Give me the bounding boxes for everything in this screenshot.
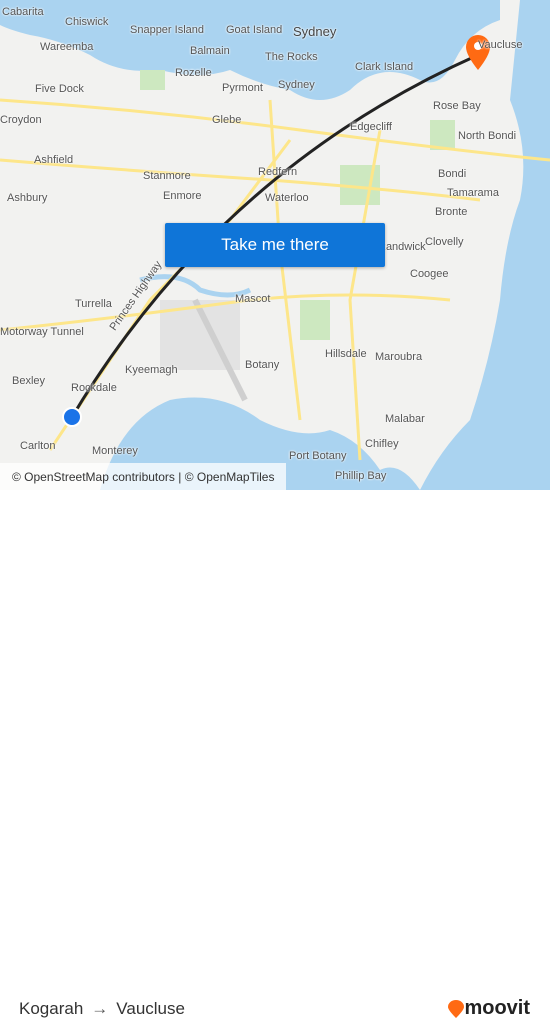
map-label: Wareemba	[40, 41, 94, 53]
map-label: Chiswick	[65, 16, 109, 28]
map-label: Hillsdale	[325, 348, 367, 360]
map-label: Balmain	[190, 45, 230, 57]
map-label: Five Dock	[35, 83, 84, 95]
map-label: Ashfield	[34, 154, 74, 166]
map-label: Malabar	[385, 413, 425, 425]
map-label: Stanmore	[143, 170, 191, 182]
map-label: Rozelle	[175, 67, 212, 79]
map-label: Bondi	[438, 168, 467, 180]
map-label: Edgecliff	[350, 121, 392, 133]
map[interactable]: Cabarita Chiswick Snapper Island Goat Islan…	[0, 0, 550, 490]
map-label: Kyeemagh	[125, 364, 178, 376]
map-label: Cabarita	[2, 6, 44, 18]
arrow-right-icon: →	[91, 999, 109, 1018]
map-label: Randwick	[378, 241, 426, 253]
moovit-pin-icon	[448, 999, 465, 1018]
map-attribution: © OpenStreetMap contributors | © OpenMap…	[0, 463, 287, 490]
map-label: Clovelly	[425, 236, 464, 248]
map-label: Clark Island	[355, 61, 414, 73]
map-label: Tamarama	[447, 187, 499, 199]
destination-name: Vaucluse	[116, 999, 185, 1018]
map-label: Bexley	[12, 375, 46, 387]
map-label: Botany	[245, 359, 280, 371]
map-label: Carlton	[20, 440, 56, 452]
map-label: Monterey	[92, 445, 138, 457]
footer: Kogarah → Vaucluse moovit	[0, 490, 550, 1019]
map-label: Ashbury	[7, 192, 48, 204]
take-me-there-button[interactable]: Take me there	[165, 223, 385, 267]
map-label: Snapper Island	[130, 24, 204, 36]
map-label: Bronte	[435, 206, 468, 218]
map-label: Rose Bay	[433, 100, 481, 112]
map-label: Sydney	[278, 79, 315, 91]
map-label: Port Botany	[289, 450, 347, 462]
map-label: Vaucluse	[478, 39, 523, 51]
map-label: Enmore	[163, 190, 202, 202]
map-label: Phillip Bay	[335, 470, 387, 482]
map-label: Waterloo	[265, 192, 309, 204]
map-label: North Bondi	[458, 130, 517, 142]
map-label: Sydney	[293, 24, 337, 39]
map-label: Chifley	[365, 438, 399, 450]
map-label: The Rocks	[265, 51, 318, 63]
map-label: Maroubra	[375, 351, 423, 363]
origin-marker	[62, 407, 82, 427]
map-label: Coogee	[410, 268, 449, 280]
map-label: Redfern	[258, 166, 298, 178]
map-label: Turrella	[75, 298, 112, 310]
map-label: Pyrmont	[222, 82, 263, 94]
map-label: Mascot	[235, 293, 271, 305]
map-label: Glebe	[212, 114, 242, 126]
map-label: Croydon	[0, 114, 42, 126]
map-label: Rockdale	[71, 382, 117, 394]
roads	[0, 98, 550, 461]
moovit-logo[interactable]: moovit	[448, 997, 530, 1020]
map-label: Goat Island	[226, 24, 283, 36]
route-summary: Kogarah → Vaucluse	[19, 999, 185, 1019]
map-label: Motorway Tunnel	[0, 326, 84, 338]
park	[140, 70, 455, 340]
origin-name: Kogarah	[19, 999, 84, 1018]
